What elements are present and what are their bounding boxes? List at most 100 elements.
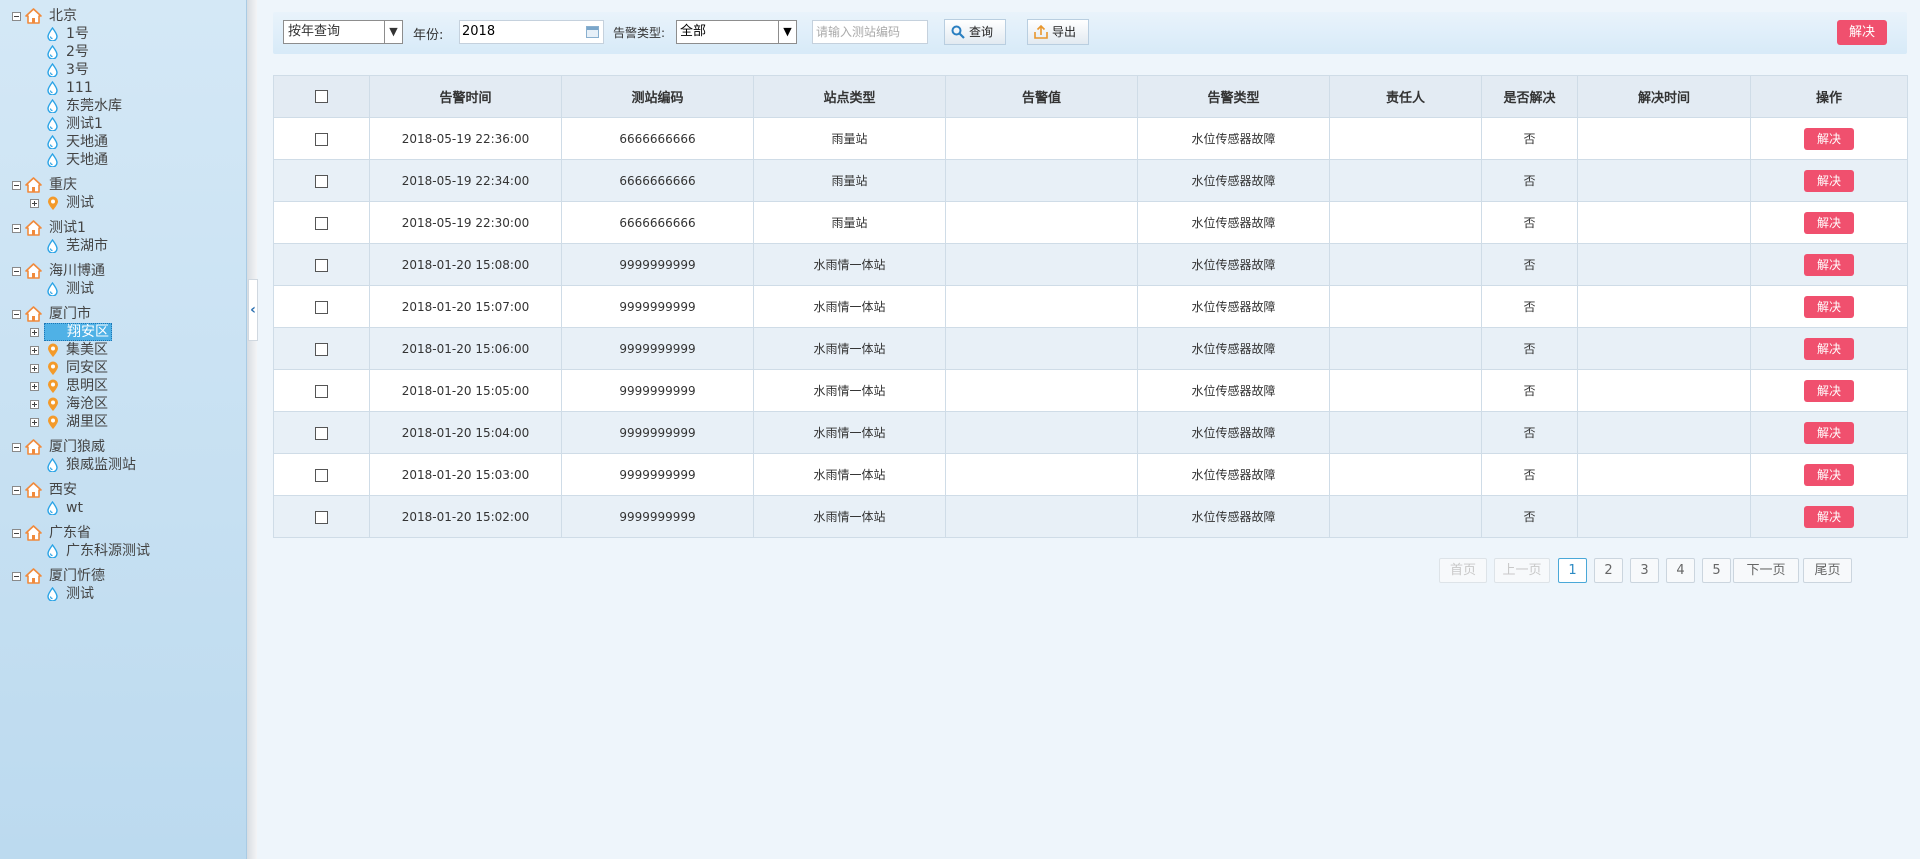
collapse-sidebar-button[interactable]: ‹ [248, 279, 258, 341]
prev-page-button[interactable]: 上一页 [1494, 558, 1550, 583]
collapse-toggle[interactable] [12, 310, 21, 319]
row-checkbox[interactable] [315, 426, 328, 440]
expand-toggle[interactable] [30, 346, 39, 355]
collapse-toggle[interactable] [12, 267, 21, 276]
solve-button[interactable]: 解决 [1804, 169, 1854, 192]
solve-button[interactable]: 解决 [1804, 463, 1854, 486]
tree-node-child[interactable]: 广东科源测试 [0, 542, 246, 560]
collapse-toggle[interactable] [12, 529, 21, 538]
expand-toggle[interactable] [30, 382, 39, 391]
tree-node-child[interactable]: 3号 [0, 61, 246, 79]
alarm-type-select[interactable]: 全部 ▼ [676, 20, 797, 44]
tree-node-child[interactable]: 2号 [0, 43, 246, 61]
row-checkbox[interactable] [315, 216, 328, 230]
house-icon [25, 568, 42, 584]
tree-node-child[interactable]: 测试1 [0, 115, 246, 133]
year-input[interactable]: 2018 [459, 20, 604, 44]
tree-node-root[interactable]: 厦门狼威 [0, 438, 246, 456]
tree-node-child[interactable]: 天地通 [0, 151, 246, 169]
expand-toggle[interactable] [30, 418, 39, 427]
query-mode-select[interactable]: 按年查询 ▼ [283, 20, 403, 44]
row-checkbox[interactable] [315, 132, 328, 146]
collapse-toggle[interactable] [12, 572, 21, 581]
tree-node-child[interactable]: 同安区 [0, 359, 246, 377]
toggle-bar [34, 384, 35, 389]
solve-button[interactable]: 解决 [1804, 253, 1854, 276]
tree-node-child[interactable]: 1号 [0, 25, 246, 43]
tree-node-root[interactable]: 海川博通 [0, 262, 246, 280]
toggle-bar [34, 201, 35, 206]
last-page-button[interactable]: 尾页 [1803, 558, 1852, 583]
query-button[interactable]: 查询 [944, 19, 1006, 45]
solve-button[interactable]: 解决 [1804, 505, 1854, 528]
station-type-cell: 雨量站 [753, 117, 946, 160]
column-header[interactable]: 站点类型 [753, 75, 946, 118]
tree-node-child[interactable]: 测试 [0, 585, 246, 603]
expand-toggle[interactable] [30, 199, 39, 208]
tree-node-child[interactable]: 芜湖市 [0, 237, 246, 255]
collapse-toggle[interactable] [12, 443, 21, 452]
expand-toggle[interactable] [30, 364, 39, 373]
next-page-button[interactable]: 下一页 [1733, 558, 1799, 583]
tree-node-child[interactable]: 狼威监测站 [0, 456, 246, 474]
collapse-toggle[interactable] [12, 181, 21, 190]
solve-button[interactable]: 解决 [1804, 127, 1854, 150]
column-header[interactable]: 告警时间 [369, 75, 562, 118]
tree-node-child[interactable]: 海沧区 [0, 395, 246, 413]
first-page-button[interactable]: 首页 [1439, 558, 1487, 583]
row-checkbox[interactable] [315, 174, 328, 188]
row-checkbox[interactable] [315, 300, 328, 314]
column-header[interactable]: 告警类型 [1137, 75, 1330, 118]
page-4-button[interactable]: 4 [1666, 558, 1695, 583]
tree-node-root[interactable]: 厦门忻德 [0, 567, 246, 585]
page-3-button[interactable]: 3 [1630, 558, 1659, 583]
row-checkbox[interactable] [315, 384, 328, 398]
collapse-toggle[interactable] [12, 12, 21, 21]
row-checkbox[interactable] [315, 510, 328, 524]
tree-node-child[interactable]: 测试 [0, 280, 246, 298]
tree-node-child[interactable]: 集美区 [0, 341, 246, 359]
tree-node-root[interactable]: 北京 [0, 7, 246, 25]
tree-node-root[interactable]: 厦门市 [0, 305, 246, 323]
solve-button[interactable]: 解决 [1804, 379, 1854, 402]
page-1-button[interactable]: 1 [1558, 558, 1587, 583]
tree-node-child[interactable]: 思明区 [0, 377, 246, 395]
page-2-button[interactable]: 2 [1594, 558, 1623, 583]
column-header[interactable]: 是否解决 [1481, 75, 1578, 118]
solve-button[interactable]: 解决 [1804, 295, 1854, 318]
collapse-toggle[interactable] [12, 224, 21, 233]
station-code-input[interactable]: 请输入测站编码 [812, 20, 928, 44]
tree-node-root[interactable]: 西安 [0, 481, 246, 499]
tree-node-child[interactable]: wt [0, 499, 246, 517]
station-type-cell: 水雨情一体站 [753, 243, 946, 286]
row-checkbox[interactable] [315, 258, 328, 272]
column-header[interactable]: 责任人 [1329, 75, 1482, 118]
tree-node-child[interactable]: 湖里区 [0, 413, 246, 431]
select-all-checkbox[interactable] [315, 90, 328, 103]
station-type-cell: 水雨情一体站 [753, 369, 946, 412]
tree-node-child[interactable]: 111 [0, 79, 246, 97]
page-5-button[interactable]: 5 [1702, 558, 1731, 583]
water-drop-icon [47, 153, 58, 167]
column-header[interactable]: 测站编码 [561, 75, 754, 118]
solve-button[interactable]: 解决 [1804, 337, 1854, 360]
column-header[interactable]: 解决时间 [1577, 75, 1751, 118]
expand-toggle[interactable] [30, 328, 39, 337]
column-header[interactable]: 告警值 [945, 75, 1138, 118]
calendar-icon[interactable] [586, 26, 599, 38]
tree-node-child[interactable]: 翔安区 [0, 323, 246, 341]
tree-node-root[interactable]: 重庆 [0, 176, 246, 194]
batch-solve-button[interactable]: 解决 [1837, 20, 1887, 45]
expand-toggle[interactable] [30, 400, 39, 409]
tree-node-child[interactable]: 测试 [0, 194, 246, 212]
row-checkbox[interactable] [315, 342, 328, 356]
tree-node-root[interactable]: 广东省 [0, 524, 246, 542]
solve-button[interactable]: 解决 [1804, 211, 1854, 234]
tree-node-child[interactable]: 东莞水库 [0, 97, 246, 115]
row-checkbox[interactable] [315, 468, 328, 482]
collapse-toggle[interactable] [12, 486, 21, 495]
export-button[interactable]: 导出 [1027, 19, 1089, 45]
tree-node-child[interactable]: 天地通 [0, 133, 246, 151]
tree-node-root[interactable]: 测试1 [0, 219, 246, 237]
solve-button[interactable]: 解决 [1804, 421, 1854, 444]
